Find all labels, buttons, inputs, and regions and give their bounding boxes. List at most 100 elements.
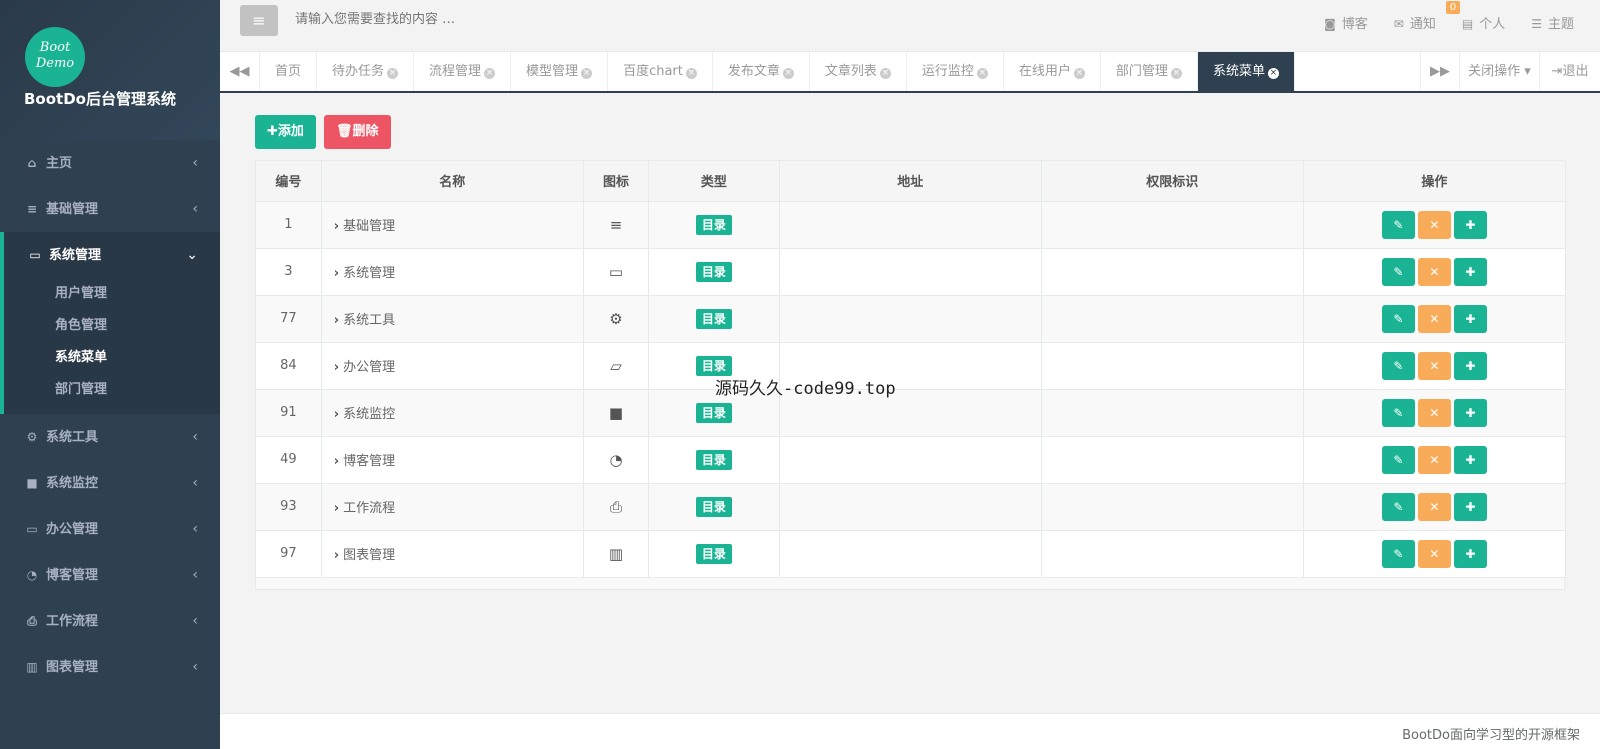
notice-link[interactable]: ✉ 通知 0 — [1394, 0, 1461, 32]
add-child-button[interactable]: ✚ — [1453, 351, 1487, 380]
remove-button[interactable]: ✕ — [1417, 539, 1451, 568]
cell-name[interactable]: › 系统工具 — [321, 295, 584, 343]
tab-todo[interactable]: 待办任务 × — [317, 52, 415, 91]
remove-button[interactable]: ✕ — [1417, 398, 1451, 427]
expand-chevron-icon[interactable]: › — [334, 313, 339, 328]
cell-icon: ■ — [583, 389, 650, 437]
sidebar-subitem-menu[interactable]: 系统菜单 — [28, 342, 220, 374]
sidebar-item-office[interactable]: ▭ 办公管理 ‹ — [0, 506, 220, 552]
tab-baidu-chart[interactable]: 百度chart × — [608, 52, 713, 91]
remove-button[interactable]: ✕ — [1417, 445, 1451, 474]
col-header-url[interactable]: 地址 — [779, 161, 1042, 202]
col-header-icon[interactable]: 图标 — [583, 161, 650, 202]
tab-runtime[interactable]: 运行监控 × — [907, 52, 1004, 91]
tab-close-icon[interactable]: × — [581, 68, 593, 79]
remove-button[interactable]: ✕ — [1417, 304, 1451, 333]
tab-scroll-right-button[interactable]: ▶▶ — [1420, 52, 1460, 91]
edit-button[interactable]: ✎ — [1381, 398, 1415, 427]
edit-button[interactable]: ✎ — [1381, 351, 1415, 380]
tab-dept[interactable]: 部门管理 × — [1101, 52, 1198, 91]
col-header-type[interactable]: 类型 — [648, 161, 780, 202]
cell-name[interactable]: › 基础管理 — [321, 201, 584, 249]
tab-publish[interactable]: 发布文章 × — [713, 52, 810, 91]
expand-chevron-icon[interactable]: › — [334, 266, 339, 281]
sidebar-item-workflow[interactable]: ⎙ 工作流程 ‹ — [0, 598, 220, 644]
expand-chevron-icon[interactable]: › — [334, 454, 339, 469]
tab-close-icon[interactable]: × — [976, 68, 988, 79]
col-header-id[interactable]: 编号 — [256, 161, 322, 202]
cell-name[interactable]: › 系统管理 — [321, 248, 584, 296]
tab-articles[interactable]: 文章列表 × — [810, 52, 907, 91]
expand-chevron-icon[interactable]: › — [334, 407, 339, 422]
cell-name[interactable]: › 博客管理 — [321, 436, 584, 484]
sidebar-toggle-button[interactable]: ≡ — [240, 5, 278, 36]
add-child-button[interactable]: ✚ — [1453, 398, 1487, 427]
sidebar-item-charts[interactable]: ▥ 图表管理 ‹ — [0, 644, 220, 690]
expand-chevron-icon[interactable]: › — [334, 219, 339, 234]
tab-close-icon[interactable]: × — [387, 68, 399, 79]
remove-button[interactable]: ✕ — [1417, 257, 1451, 286]
add-child-button[interactable]: ✚ — [1453, 445, 1487, 474]
close-ops-dropdown[interactable]: 关闭操作 ▾ — [1460, 52, 1540, 91]
tab-scroll-left-button[interactable]: ◀◀ — [220, 52, 260, 91]
top-links: ◙ 博客 ✉ 通知 0 ▤ 个人 ☰ 主题 — [1324, 0, 1600, 44]
sidebar-item-system-header[interactable]: ▭ 系统管理 ⌄ — [28, 232, 220, 278]
tab-close-icon[interactable]: × — [685, 68, 697, 79]
blog-link[interactable]: ◙ 博客 — [1324, 13, 1368, 32]
expand-chevron-icon[interactable]: › — [334, 360, 339, 375]
remove-button[interactable]: ✕ — [1417, 351, 1451, 380]
tab-system-menu[interactable]: 系统菜单 × — [1197, 52, 1295, 91]
tab-close-icon[interactable]: × — [1170, 68, 1182, 79]
profile-link[interactable]: ▤ 个人 — [1462, 13, 1505, 32]
tab-close-icon[interactable]: × — [1073, 68, 1085, 79]
edit-button[interactable]: ✎ — [1381, 304, 1415, 333]
cell-name[interactable]: › 工作流程 — [321, 483, 584, 531]
tab-label: 部门管理 — [1115, 64, 1168, 79]
edit-button[interactable]: ✎ — [1381, 445, 1415, 474]
col-header-name[interactable]: 名称 — [321, 161, 584, 202]
tab-home[interactable]: 首页 — [260, 52, 318, 91]
cell-perms — [1041, 530, 1304, 578]
edit-button[interactable]: ✎ — [1381, 492, 1415, 521]
cell-name[interactable]: › 办公管理 — [321, 342, 584, 390]
col-header-perms[interactable]: 权限标识 — [1041, 161, 1304, 202]
sidebar-item-blog[interactable]: ◔ 博客管理 ‹ — [0, 552, 220, 598]
add-button[interactable]: ✚添加 — [255, 115, 316, 149]
sidebar-item-tools[interactable]: ⚙ 系统工具 ‹ — [0, 414, 220, 460]
sidebar-item-home[interactable]: ⌂ 主页 ‹ — [0, 140, 220, 186]
hamburger-icon: ≡ — [252, 11, 266, 30]
theme-link[interactable]: ☰ 主题 — [1531, 13, 1574, 32]
edit-button[interactable]: ✎ — [1381, 210, 1415, 239]
edit-button[interactable]: ✎ — [1381, 257, 1415, 286]
sidebar-subitem-roles[interactable]: 角色管理 — [28, 310, 220, 342]
cell-name[interactable]: › 系统监控 — [321, 389, 584, 437]
add-child-button[interactable]: ✚ — [1453, 304, 1487, 333]
sidebar-item-monitor[interactable]: ■ 系统监控 ‹ — [0, 460, 220, 506]
expand-chevron-icon[interactable]: › — [334, 548, 339, 563]
logout-button[interactable]: ⇥退出 — [1540, 52, 1600, 91]
add-child-button[interactable]: ✚ — [1453, 210, 1487, 239]
remove-button[interactable]: ✕ — [1417, 492, 1451, 521]
tab-close-icon[interactable]: × — [1267, 68, 1279, 79]
tab-label: 运行监控 — [921, 64, 974, 79]
add-child-button[interactable]: ✚ — [1453, 257, 1487, 286]
sidebar-subitem-dept[interactable]: 部门管理 — [28, 374, 220, 406]
sidebar-item-basic[interactable]: ≡ 基础管理 ‹ — [0, 186, 220, 232]
add-child-button[interactable]: ✚ — [1453, 539, 1487, 568]
tab-close-icon[interactable]: × — [782, 68, 794, 79]
tab-close-icon[interactable]: × — [484, 68, 496, 79]
tab-process[interactable]: 流程管理 × — [414, 52, 512, 91]
tab-close-icon[interactable]: × — [879, 68, 891, 79]
sidebar-subitem-users[interactable]: 用户管理 — [28, 278, 220, 310]
add-child-button[interactable]: ✚ — [1453, 492, 1487, 521]
remove-button[interactable]: ✕ — [1417, 210, 1451, 239]
topbar: ≡ ◙ 博客 ✉ 通知 0 ▤ 个人 ☰ 主题 — [220, 0, 1600, 52]
delete-button[interactable]: 🗑删除 — [324, 115, 391, 149]
tab-online[interactable]: 在线用户 × — [1004, 52, 1101, 91]
edit-button[interactable]: ✎ — [1381, 539, 1415, 568]
cell-name[interactable]: › 图表管理 — [321, 530, 584, 578]
cell-url — [779, 295, 1042, 343]
tab-model[interactable]: 模型管理 × — [511, 52, 609, 91]
expand-chevron-icon[interactable]: › — [334, 501, 339, 516]
search-input[interactable] — [295, 12, 695, 27]
